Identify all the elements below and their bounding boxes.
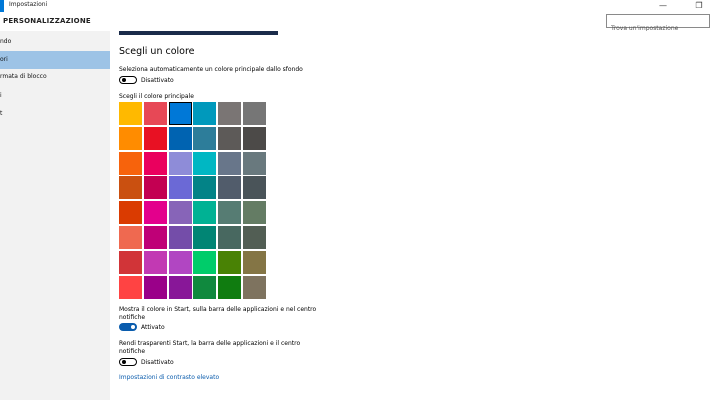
color-swatch[interactable] bbox=[119, 126, 142, 150]
high-contrast-settings-link[interactable]: Impostazioni di contrasto elevato bbox=[119, 374, 219, 381]
color-swatch[interactable] bbox=[193, 250, 217, 274]
color-swatch[interactable] bbox=[119, 102, 142, 125]
color-swatch[interactable] bbox=[168, 126, 192, 150]
search-box[interactable] bbox=[606, 14, 710, 35]
color-swatch[interactable] bbox=[119, 176, 142, 200]
transparency-toggle[interactable] bbox=[119, 358, 137, 366]
color-swatch[interactable] bbox=[143, 275, 167, 299]
section-title: Scegli un colore bbox=[119, 46, 195, 57]
color-swatch[interactable] bbox=[119, 151, 142, 175]
transparency-label: Rendi trasparenti Start, la barra delle … bbox=[119, 340, 301, 347]
sidebar: ndo ori rmata di blocco i t bbox=[0, 31, 110, 400]
color-swatch[interactable] bbox=[193, 176, 217, 200]
color-swatch[interactable] bbox=[168, 102, 192, 125]
color-swatch[interactable] bbox=[243, 201, 266, 225]
sidebar-item-lock-screen[interactable]: rmata di blocco bbox=[0, 68, 110, 86]
color-swatch[interactable] bbox=[143, 126, 167, 150]
sidebar-item-themes[interactable]: i bbox=[0, 87, 110, 105]
color-swatch[interactable] bbox=[168, 176, 192, 200]
main-content: Scegli un colore Seleziona automaticamen… bbox=[110, 31, 712, 400]
color-swatch[interactable] bbox=[243, 126, 266, 150]
toggle-knob bbox=[131, 325, 135, 329]
color-swatch[interactable] bbox=[168, 151, 192, 175]
page-title: PERSONALIZZAZIONE bbox=[3, 17, 91, 25]
auto-color-label: Seleziona automaticamente un colore prin… bbox=[119, 66, 303, 73]
app-icon bbox=[0, 0, 4, 12]
sidebar-item-label: t bbox=[0, 110, 3, 117]
restore-button[interactable]: ❐ bbox=[690, 0, 708, 12]
transparency-state: Disattivato bbox=[141, 359, 174, 366]
color-swatch[interactable] bbox=[143, 151, 167, 175]
show-color-state: Attivato bbox=[141, 324, 165, 331]
color-swatch[interactable] bbox=[193, 151, 217, 175]
color-swatch[interactable] bbox=[143, 176, 167, 200]
show-color-label: Mostra il colore in Start, sulla barra d… bbox=[119, 306, 317, 313]
color-swatch[interactable] bbox=[143, 250, 167, 274]
color-swatch[interactable] bbox=[119, 275, 142, 299]
color-swatch[interactable] bbox=[119, 201, 142, 225]
color-swatch[interactable] bbox=[218, 275, 242, 299]
minimize-button[interactable]: — bbox=[654, 0, 672, 12]
sidebar-item-label: ori bbox=[0, 56, 8, 63]
auto-color-state: Disattivato bbox=[141, 77, 174, 84]
color-swatch[interactable] bbox=[193, 102, 217, 125]
color-swatch[interactable] bbox=[243, 250, 266, 274]
color-swatch[interactable] bbox=[119, 250, 142, 274]
color-swatch[interactable] bbox=[193, 275, 217, 299]
toggle-knob bbox=[122, 360, 126, 365]
color-swatch[interactable] bbox=[168, 275, 192, 299]
window-title: Impostazioni bbox=[9, 1, 48, 8]
color-swatch[interactable] bbox=[168, 250, 192, 274]
sidebar-item-background[interactable]: ndo bbox=[0, 33, 110, 51]
color-swatch[interactable] bbox=[243, 176, 266, 200]
color-swatch[interactable] bbox=[143, 226, 167, 249]
color-swatch[interactable] bbox=[218, 250, 242, 274]
toggle-knob bbox=[122, 78, 126, 83]
sidebar-item-label: ndo bbox=[0, 38, 12, 45]
color-swatch[interactable] bbox=[218, 151, 242, 175]
color-swatch[interactable] bbox=[243, 275, 266, 299]
color-swatch[interactable] bbox=[243, 151, 266, 175]
color-swatch[interactable] bbox=[218, 176, 242, 200]
color-swatch[interactable] bbox=[243, 102, 266, 125]
auto-color-toggle[interactable] bbox=[119, 76, 137, 84]
color-swatch[interactable] bbox=[218, 201, 242, 225]
sidebar-item-label: i bbox=[0, 92, 2, 99]
color-swatch[interactable] bbox=[143, 201, 167, 225]
palette-label: Scegli il colore principale bbox=[119, 93, 194, 100]
show-color-label-continued: notifiche bbox=[119, 314, 146, 321]
show-color-toggle[interactable] bbox=[119, 323, 137, 331]
background-preview bbox=[119, 31, 278, 35]
color-swatch[interactable] bbox=[168, 201, 192, 225]
color-swatch[interactable] bbox=[119, 226, 142, 249]
title-bar: Impostazioni — ❐ bbox=[0, 0, 712, 12]
color-swatch[interactable] bbox=[193, 126, 217, 150]
color-swatch[interactable] bbox=[193, 201, 217, 225]
color-swatch[interactable] bbox=[218, 226, 242, 249]
color-swatch[interactable] bbox=[218, 102, 242, 125]
color-swatch[interactable] bbox=[218, 126, 242, 150]
color-swatch[interactable] bbox=[143, 102, 167, 125]
sidebar-item-label: rmata di blocco bbox=[0, 73, 47, 80]
color-swatch[interactable] bbox=[243, 226, 266, 249]
sidebar-item-start[interactable]: t bbox=[0, 105, 110, 123]
color-palette bbox=[119, 102, 266, 300]
sidebar-item-colors[interactable]: ori bbox=[0, 51, 110, 69]
color-swatch[interactable] bbox=[168, 226, 192, 249]
color-swatch[interactable] bbox=[193, 226, 217, 249]
transparency-label-continued: notifiche bbox=[119, 348, 146, 355]
